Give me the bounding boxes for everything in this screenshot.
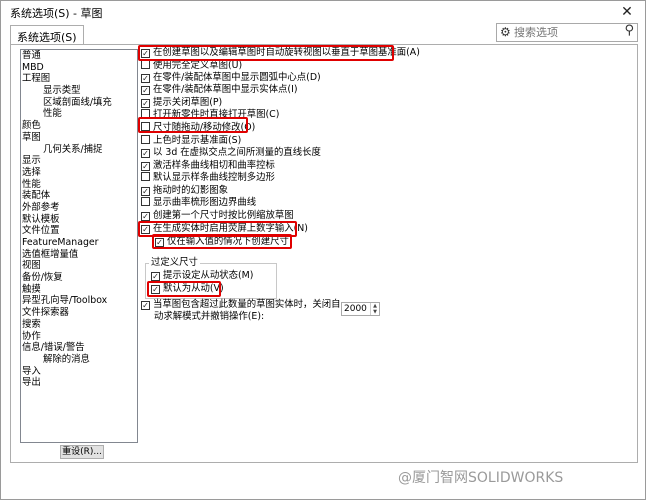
title-bar: 系统选项(S) - 草图 ✕	[1, 1, 645, 23]
option-checkbox[interactable]: ✓	[141, 162, 150, 171]
highlight-box	[138, 117, 248, 133]
nav-item[interactable]: 文件位置	[21, 225, 137, 237]
entity-count-spinner[interactable]: 2000 ▲ ▼	[341, 302, 380, 316]
option-row[interactable]: 默认显示样条曲线控制多边形	[141, 172, 275, 184]
nav-item[interactable]: 导入	[21, 366, 137, 378]
gear-icon[interactable]: ⚙	[500, 25, 511, 39]
option-checkbox[interactable]: ✓	[141, 212, 150, 221]
nav-item[interactable]: 异型孔向导/Toolbox	[21, 295, 137, 307]
nav-item[interactable]: 信息/错误/警告	[21, 342, 137, 354]
nav-item[interactable]: 草图	[21, 132, 137, 144]
nav-item[interactable]: MBD	[21, 62, 137, 74]
nav-item[interactable]: 解除的消息	[21, 354, 137, 366]
option-row[interactable]: ✓ 在零件/装配体草图中显示实体点(I)	[141, 84, 298, 96]
nav-item[interactable]: 显示类型	[21, 85, 137, 97]
option-checkbox[interactable]	[141, 197, 150, 206]
option-label: 当草图包含超过此数量的草图实体时，关闭自	[153, 299, 341, 310]
nav-item[interactable]: 性能	[21, 179, 137, 191]
nav-item[interactable]: 协作	[21, 331, 137, 343]
option-checkbox[interactable]	[141, 60, 150, 69]
nav-item[interactable]: 颜色	[21, 120, 137, 132]
option-checkbox[interactable]: ✓	[141, 86, 150, 95]
nav-item[interactable]: 搜索	[21, 319, 137, 331]
option-row[interactable]: ✓ 在零件/装配体草图中显示圆弧中心点(D)	[141, 72, 321, 84]
option-checkbox[interactable]	[141, 172, 150, 181]
nav-item[interactable]: 文件探索器	[21, 307, 137, 319]
highlight-box	[147, 281, 221, 297]
options-panel: 普通 MBD 工程图 显示类型 区域剖面线/填充 性能 颜色 草图 几何关系/捕捉 显示 选择 性能装…	[10, 44, 638, 463]
option-label: 默认显示样条曲线控制多边形	[153, 172, 275, 183]
option-label: 激活样条曲线相切和曲率控标	[153, 160, 275, 171]
watermark: @厦门智网SOLIDWORKS	[398, 470, 564, 486]
category-tree[interactable]: 普通 MBD 工程图 显示类型 区域剖面线/填充 性能 颜色 草图 几何关系/捕捉 显示 选择 性能装…	[20, 49, 138, 443]
option-checkbox[interactable]: ✓	[141, 99, 150, 108]
close-icon[interactable]: ✕	[617, 2, 637, 22]
option-checkbox[interactable]: ✓	[141, 187, 150, 196]
reset-button[interactable]: 重设(R)...	[60, 445, 104, 459]
option-row[interactable]: 显示曲率梳形图边界曲线	[141, 197, 256, 209]
option-row[interactable]: ✓ 提示关闭草图(P)	[141, 97, 222, 109]
nav-item[interactable]: 几何关系/捕捉	[21, 144, 137, 156]
undo-checkbox[interactable]: ✓	[141, 301, 150, 310]
nav-item[interactable]: 工程图	[21, 73, 137, 85]
option-label: 在零件/装配体草图中显示圆弧中心点(D)	[153, 72, 321, 83]
nav-item[interactable]: 备份/恢复	[21, 272, 137, 284]
spinner-arrows-icon[interactable]: ▲ ▼	[370, 303, 379, 315]
option-row[interactable]: ✓ 拖动时的幻影图象	[141, 185, 228, 197]
option-row[interactable]: 上色时显示基准面(S)	[141, 135, 241, 147]
prompt-driven-checkbox[interactable]: ✓	[151, 272, 160, 281]
nav-item[interactable]: 选值框增量值	[21, 249, 137, 261]
option-row[interactable]: 动求解模式并撤销操作(E):	[154, 311, 264, 323]
option-label: 拖动时的幻影图象	[153, 185, 229, 196]
option-row[interactable]: ✓ 以 3d 在虚拟交点之间所测量的直线长度	[141, 147, 321, 159]
option-label: 提示设定从动状态(M)	[163, 270, 254, 281]
option-label: 显示曲率梳形图边界曲线	[153, 197, 257, 208]
option-checkbox[interactable]	[141, 135, 150, 144]
option-label: 在零件/装配体草图中显示实体点(I)	[153, 84, 298, 95]
option-row[interactable]: 使用完全定义草图(U)	[141, 60, 242, 72]
nav-item[interactable]: 视图	[21, 260, 137, 272]
group-title: 过定义尺寸	[149, 257, 200, 269]
window-title: 系统选项(S) - 草图	[10, 7, 103, 20]
highlight-box	[138, 45, 394, 61]
highlight-box	[152, 234, 292, 249]
option-checkbox[interactable]: ✓	[141, 74, 150, 83]
nav-item[interactable]: 触摸	[21, 284, 137, 296]
nav-item[interactable]: FeatureManager	[21, 237, 137, 249]
option-label: 动求解模式并撤销操作(E):	[154, 311, 265, 322]
nav-item[interactable]: 性能	[21, 108, 137, 120]
nav-item[interactable]: 装配体	[21, 190, 137, 202]
nav-item[interactable]: 导出	[21, 377, 137, 389]
options-dialog: 系统选项(S) - 草图 ✕ 系统选项(S) ⚙ ⚲ 普通MBD工程图显示类型区…	[0, 0, 646, 500]
option-row[interactable]: ✓ 当草图包含超过此数量的草图实体时，关闭自	[141, 299, 341, 311]
nav-item[interactable]: 默认模板	[21, 214, 137, 226]
search-icon[interactable]: ⚲	[624, 23, 634, 38]
option-checkbox[interactable]: ✓	[141, 149, 150, 158]
option-row[interactable]: ✓ 激活样条曲线相切和曲率控标	[141, 160, 275, 172]
nav-item[interactable]: 选择	[21, 167, 137, 179]
spinner-value[interactable]: 2000	[344, 304, 367, 314]
option-label: 使用完全定义草图(U)	[153, 60, 243, 71]
nav-item[interactable]: 区域剖面线/填充	[21, 97, 137, 109]
option-label: 以 3d 在虚拟交点之间所测量的直线长度	[153, 147, 321, 158]
option-label: 创建第一个尺寸时按比例缩放草图	[153, 210, 294, 221]
search-box[interactable]: ⚙ ⚲	[496, 23, 638, 42]
option-label: 提示关闭草图(P)	[153, 97, 223, 108]
search-input[interactable]	[514, 25, 618, 40]
nav-item[interactable]: 外部参考	[21, 202, 137, 214]
nav-item[interactable]: 普通	[21, 50, 137, 62]
option-label: 上色时显示基准面(S)	[153, 135, 242, 146]
nav-item[interactable]: 显示	[21, 155, 137, 167]
